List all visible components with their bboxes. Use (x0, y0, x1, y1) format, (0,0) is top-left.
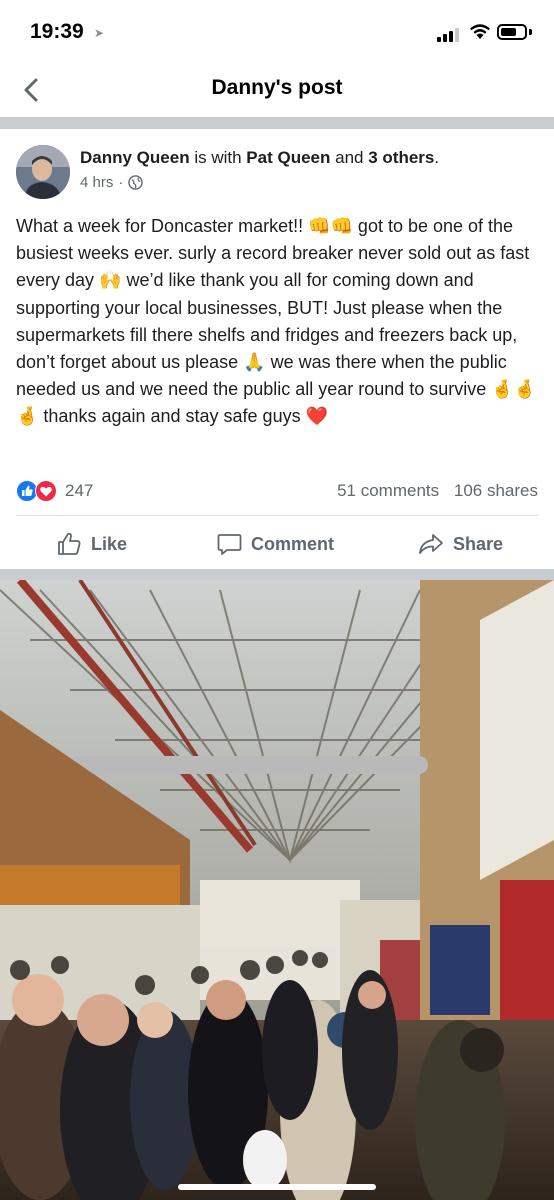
shares-count[interactable]: 106 shares (454, 481, 538, 500)
author-name[interactable]: Danny Queen (80, 148, 190, 167)
post-meta: 4 hrs · (80, 174, 144, 191)
post-header: Danny Queen is with Pat Queen and 3 othe… (0, 129, 554, 201)
like-reaction-icon (16, 480, 57, 502)
home-indicator[interactable] (178, 1184, 376, 1190)
cellular-signal-icon (437, 26, 463, 42)
market-hall-image (0, 580, 554, 1200)
battery-tip (529, 29, 532, 35)
share-button[interactable]: Share (418, 522, 503, 566)
like-button[interactable]: Like (57, 522, 127, 566)
engagement-counts: 51 comments 106 shares (327, 481, 538, 501)
post-photo[interactable] (0, 580, 554, 1200)
globe-icon (128, 175, 144, 190)
wifi-icon (470, 24, 490, 39)
action-divider (16, 515, 538, 516)
tagged-name[interactable]: Pat Queen (246, 148, 330, 167)
comment-icon (217, 534, 242, 555)
reactions-bar: 247 51 comments 106 shares (16, 478, 538, 504)
action-row: Like Comment Share (0, 522, 554, 566)
share-icon (419, 534, 443, 554)
reaction-count[interactable]: 247 (65, 481, 93, 501)
reaction-icons[interactable] (16, 480, 60, 502)
others-link[interactable]: 3 others (368, 148, 434, 167)
thumbs-up-icon (58, 532, 81, 555)
post-divider (0, 569, 554, 580)
meta-separator: · (118, 174, 124, 191)
status-time: 19:39 (30, 20, 84, 43)
end-dot: . (434, 148, 440, 167)
share-label: Share (453, 533, 504, 554)
post-time[interactable]: 4 hrs (80, 174, 113, 191)
battery-level (501, 28, 516, 36)
author-line: Danny Queen is with Pat Queen and 3 othe… (80, 148, 439, 168)
avatar[interactable] (16, 145, 70, 199)
comments-count[interactable]: 51 comments (337, 481, 439, 500)
comment-label: Comment (251, 533, 335, 554)
location-arrow-icon: ➤ (94, 26, 105, 40)
comment-button[interactable]: Comment (217, 522, 334, 566)
like-label: Like (91, 533, 128, 554)
page-title: Danny's post (211, 76, 343, 99)
and-text: and (335, 148, 364, 167)
with-text: is with (194, 148, 242, 167)
nav-bar: Danny's post (0, 64, 554, 116)
nav-divider (0, 117, 554, 129)
status-bar: 19:39 ➤ (0, 0, 554, 64)
post-text: What a week for Doncaster market!! 👊👊 go… (16, 216, 537, 427)
battery-icon (497, 24, 527, 40)
